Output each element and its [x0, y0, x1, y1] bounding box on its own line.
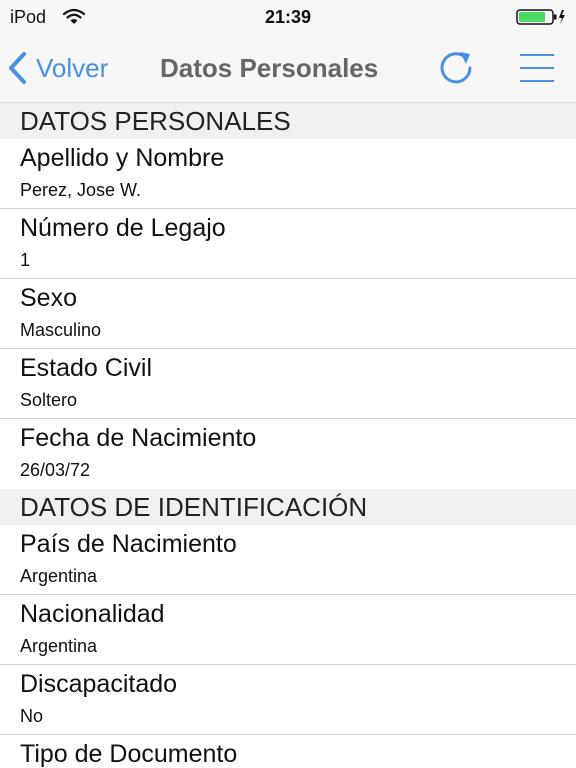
menu-icon[interactable]: [518, 50, 556, 86]
row-discapacitado: Discapacitado No: [0, 665, 576, 735]
row-value: Argentina: [20, 566, 98, 586]
back-button[interactable]: Volver: [6, 48, 108, 88]
row-label: Sexo: [20, 284, 77, 312]
row-label: Apellido y Nombre: [20, 144, 225, 172]
row-label: Tipo de Documento: [20, 740, 238, 768]
row-label: Estado Civil: [20, 354, 152, 382]
page-title: Datos Personales: [160, 53, 379, 83]
row-fecha-nacimiento: Fecha de Nacimiento 26/03/72: [0, 419, 576, 489]
screen: iPod 21:39 Volver Datos Personales DATOS…: [0, 0, 576, 768]
content-list: DATOS PERSONALES Apellido y Nombre Perez…: [0, 103, 576, 768]
row-value: No: [20, 706, 44, 726]
row-label: País de Nacimiento: [20, 530, 237, 558]
row-numero-legajo: Número de Legajo 1: [0, 209, 576, 279]
row-value: Masculino: [20, 320, 102, 340]
refresh-icon[interactable]: [436, 48, 476, 88]
section-header-identificacion: DATOS DE IDENTIFICACIÓN: [0, 489, 576, 525]
row-value: 26/03/72: [20, 460, 91, 480]
row-tipo-documento: Tipo de Documento: [0, 735, 576, 768]
row-label: Nacionalidad: [20, 600, 165, 628]
row-pais-nacimiento: País de Nacimiento Argentina: [0, 525, 576, 595]
status-bar: iPod 21:39: [0, 0, 576, 34]
row-nacionalidad: Nacionalidad Argentina: [0, 595, 576, 665]
row-estado-civil: Estado Civil Soltero: [0, 349, 576, 419]
navigation-bar: Volver Datos Personales: [0, 34, 576, 103]
row-value: Soltero: [20, 390, 78, 410]
row-apellido-nombre: Apellido y Nombre Perez, Jose W.: [0, 139, 576, 209]
row-value: Perez, Jose W.: [20, 180, 142, 200]
chevron-left-icon: [9, 52, 26, 84]
status-time: 21:39: [264, 7, 312, 27]
battery-icon: [516, 9, 565, 25]
row-value: Argentina: [20, 636, 98, 656]
row-label: Fecha de Nacimiento: [20, 424, 257, 452]
row-label: Número de Legajo: [20, 214, 226, 242]
section-header-personales: DATOS PERSONALES: [0, 103, 576, 139]
row-sexo: Sexo Masculino: [0, 279, 576, 349]
row-label: Discapacitado: [20, 670, 178, 698]
row-value: 1: [20, 250, 31, 270]
back-button-label: Volver: [36, 52, 109, 83]
